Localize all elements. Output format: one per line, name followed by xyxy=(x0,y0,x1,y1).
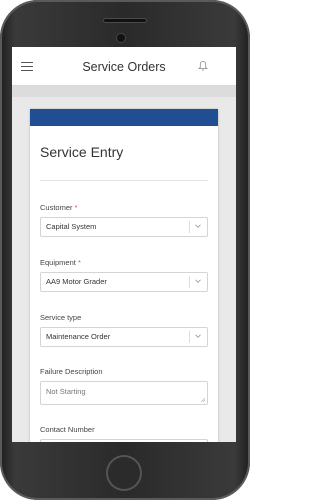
form-heading: Service Entry xyxy=(40,144,124,160)
customer-select[interactable]: Capital System xyxy=(40,217,208,237)
customer-label-text: Customer xyxy=(40,203,73,212)
failure-description-placeholder: Not Starting xyxy=(46,387,86,396)
equipment-label: Equipment * xyxy=(40,258,81,267)
equipment-select[interactable]: AA9 Motor Grader xyxy=(40,272,208,292)
contact-number-field[interactable] xyxy=(40,439,208,442)
divider xyxy=(40,180,208,181)
service-type-select[interactable]: Maintenance Order xyxy=(40,327,208,347)
required-mark: * xyxy=(74,203,78,212)
contact-number-label: Contact Number xyxy=(40,425,95,434)
customer-label: Customer * xyxy=(40,203,78,212)
bell-icon[interactable] xyxy=(198,60,208,72)
page-title: Service Orders xyxy=(82,60,166,74)
menu-icon[interactable] xyxy=(21,62,33,71)
chevron-down-icon[interactable] xyxy=(194,332,202,340)
service-type-label: Service type xyxy=(40,313,82,322)
select-separator xyxy=(189,221,190,233)
phone-speaker xyxy=(103,18,147,23)
home-button[interactable] xyxy=(106,455,142,491)
phone-frame: Service Orders Service Entry Customer * … xyxy=(0,0,250,500)
toolbar-strip xyxy=(12,86,236,97)
select-separator xyxy=(189,276,190,288)
card-header xyxy=(30,109,218,126)
equipment-value: AA9 Motor Grader xyxy=(46,277,107,286)
select-separator xyxy=(189,331,190,343)
service-entry-card: Service Entry Customer * Capital System … xyxy=(30,109,218,442)
failure-description-field[interactable]: Not Starting xyxy=(40,381,208,405)
chevron-down-icon[interactable] xyxy=(194,277,202,285)
app-screen: Service Orders Service Entry Customer * … xyxy=(12,47,236,442)
chevron-down-icon[interactable] xyxy=(194,222,202,230)
resize-grip-icon[interactable] xyxy=(201,398,205,402)
equipment-label-text: Equipment xyxy=(40,258,76,267)
customer-value: Capital System xyxy=(46,222,97,231)
app-bar: Service Orders xyxy=(12,47,236,86)
phone-camera xyxy=(117,34,125,42)
service-type-value: Maintenance Order xyxy=(46,332,111,341)
required-mark: * xyxy=(77,258,81,267)
failure-description-label: Failure Description xyxy=(40,367,103,376)
